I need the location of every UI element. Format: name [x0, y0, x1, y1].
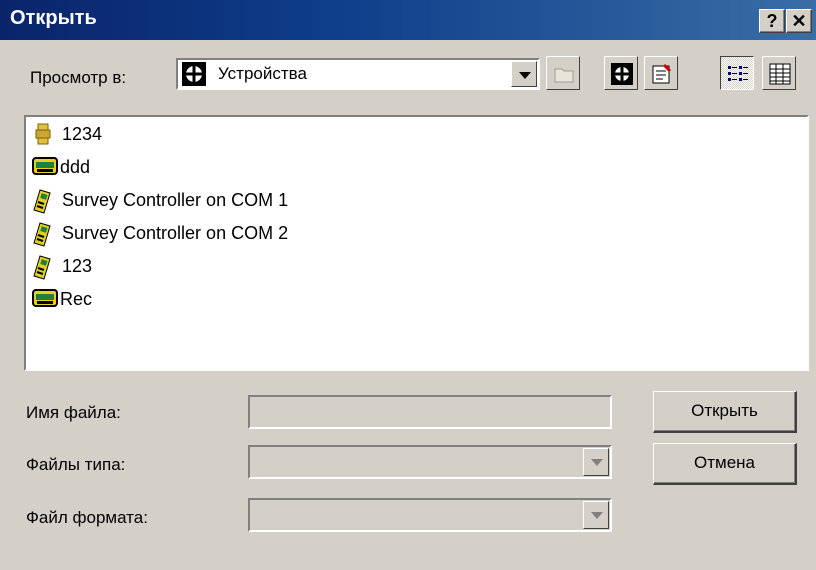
gps-receiver-icon [32, 122, 54, 151]
survey-controller-icon [32, 221, 56, 252]
file-name: ddd [60, 157, 91, 177]
help-button[interactable]: ? [759, 9, 785, 33]
file-name: Survey Controller on COM 1 [62, 190, 289, 210]
survey-controller-icon [32, 254, 56, 285]
file-type-select[interactable] [248, 445, 612, 479]
details-view-button[interactable] [762, 56, 796, 90]
list-view-button[interactable] [720, 56, 754, 90]
look-in-combo[interactable]: Устройства [176, 58, 540, 90]
properties-button[interactable] [644, 56, 678, 90]
file-format-select[interactable] [248, 498, 612, 532]
file-type-label: Файлы типа: [26, 455, 126, 474]
chevron-down-icon[interactable] [511, 61, 537, 87]
devices-icon [182, 62, 206, 91]
file-name: Survey Controller on COM 2 [62, 223, 289, 243]
file-name: 1234 [62, 124, 103, 144]
devices-button[interactable] [604, 56, 638, 90]
file-list[interactable]: 1234 ddd Survey Controller on COM 1 Surv… [24, 115, 809, 371]
data-recorder-icon [32, 287, 58, 314]
open-button[interactable]: Открыть [653, 391, 797, 433]
look-in-value: Устройства [218, 64, 307, 83]
file-name: Rec [60, 289, 93, 309]
file-format-label: Файл формата: [26, 508, 148, 527]
chevron-down-icon[interactable] [583, 501, 609, 529]
file-name-field[interactable] [248, 395, 612, 429]
up-folder-button[interactable] [546, 56, 580, 90]
close-button[interactable]: ✕ [786, 9, 812, 33]
file-name: 123 [62, 256, 93, 276]
data-recorder-icon [32, 155, 58, 182]
file-name-label: Имя файла: [26, 403, 121, 422]
look-in-label: Просмотр в: [30, 68, 127, 87]
window-title: Открыть [10, 7, 97, 29]
title-bar[interactable]: Открыть ? ✕ [0, 0, 816, 40]
chevron-down-icon[interactable] [583, 448, 609, 476]
survey-controller-icon [32, 188, 56, 219]
cancel-button[interactable]: Отмена [653, 443, 797, 485]
